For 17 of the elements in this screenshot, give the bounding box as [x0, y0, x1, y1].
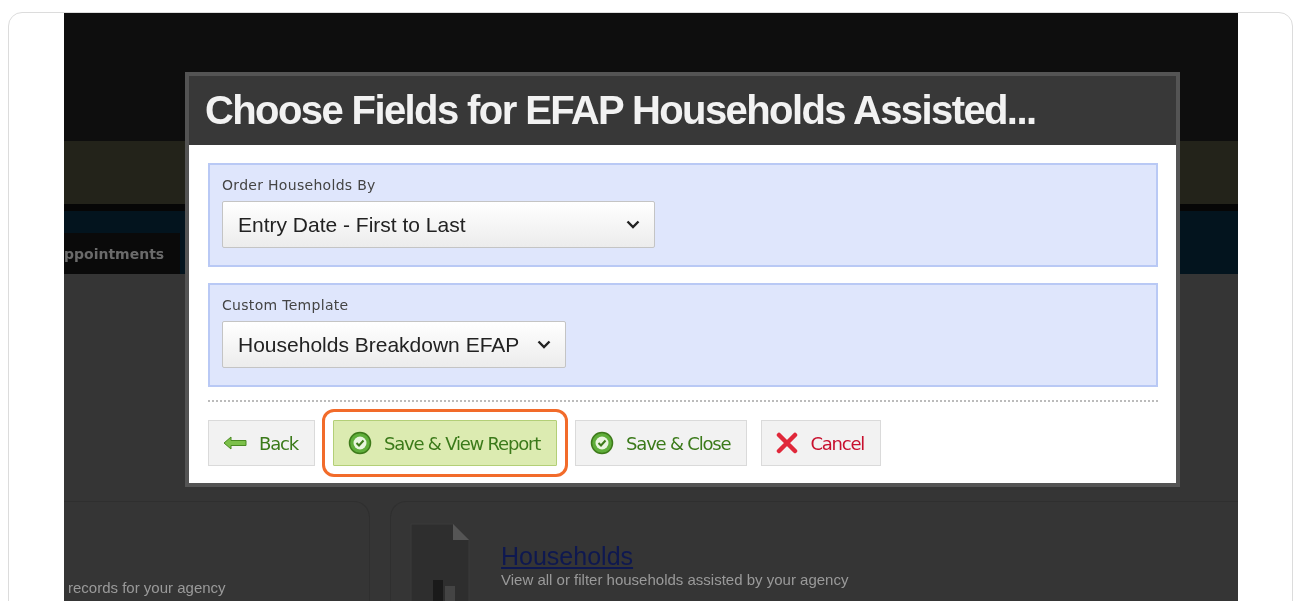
field-label: Custom Template — [222, 297, 349, 313]
save-button[interactable]: Save & Close — [575, 420, 748, 466]
card-description: records for your agency — [68, 579, 226, 596]
nav-tab[interactable]: ppointments — [64, 233, 181, 274]
close-icon — [776, 432, 799, 454]
back-button[interactable]: Back — [208, 420, 315, 466]
field-label: Order Households By — [222, 177, 376, 193]
check-circle-icon — [590, 431, 615, 455]
chevron-down-icon — [537, 340, 552, 349]
left-arrow-icon — [223, 436, 247, 450]
card-description: View all or filter households assisted by your agency — [501, 571, 849, 588]
check-circle-icon — [347, 431, 372, 455]
dropdown[interactable]: Households Breakdown EFAP — [222, 321, 567, 368]
dialog-title: Choose Fields for EFAP Households Assisted... — [205, 88, 1036, 133]
dropdown[interactable]: Entry Date - First to Last — [222, 201, 655, 248]
cancel-button[interactable]: Cancel — [761, 420, 882, 466]
chevron-down-icon — [626, 220, 640, 229]
